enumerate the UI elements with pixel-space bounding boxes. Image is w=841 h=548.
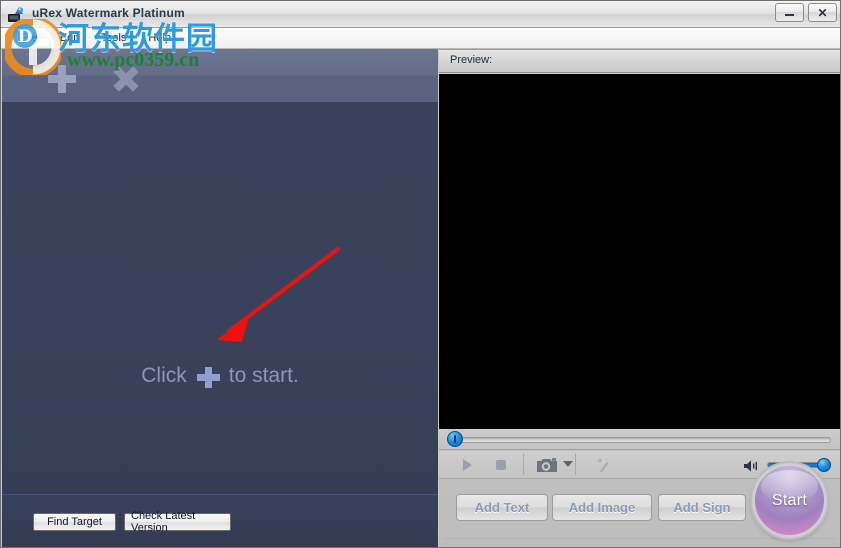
left-toolbar xyxy=(2,49,438,103)
menu-item-edit[interactable]: Edit xyxy=(49,30,90,46)
preview-header: Preview: xyxy=(439,49,840,73)
check-latest-version-button[interactable]: Check Latest Version xyxy=(124,510,231,534)
remove-file-button[interactable] xyxy=(110,63,142,95)
find-target-button[interactable]: Find Target xyxy=(33,513,116,531)
empty-state-hint: Click to start. xyxy=(2,364,438,388)
empty-hint-suffix: to start. xyxy=(228,364,299,387)
empty-hint-prefix: Click xyxy=(141,364,187,387)
chevron-down-icon[interactable] xyxy=(563,461,573,467)
window-title: uRex Watermark Platinum xyxy=(32,6,185,20)
menu-item-file[interactable]: File xyxy=(9,30,49,46)
menu-item-tools[interactable]: Tools xyxy=(90,30,138,46)
app-logo-icon xyxy=(8,7,24,22)
start-button[interactable]: Start xyxy=(752,463,827,538)
seek-slider-track[interactable] xyxy=(453,437,831,443)
stop-button[interactable] xyxy=(491,455,511,475)
play-button[interactable] xyxy=(457,455,477,475)
minimize-button[interactable] xyxy=(775,3,804,22)
add-sign-button[interactable]: Add Sign xyxy=(658,494,746,521)
add-file-button[interactable] xyxy=(46,63,78,95)
speaker-icon[interactable] xyxy=(743,459,761,473)
seek-bar-row xyxy=(439,429,840,450)
menu-bar: File Edit Tools Help xyxy=(1,28,840,49)
title-bar: uRex Watermark Platinum ✕ xyxy=(1,1,840,28)
snapshot-button[interactable] xyxy=(535,455,559,475)
seek-slider-handle[interactable] xyxy=(447,431,463,447)
toolbar-separator xyxy=(523,454,524,475)
left-panel: Click to start. Find Target Check Latest … xyxy=(2,49,438,547)
close-button[interactable]: ✕ xyxy=(808,3,837,22)
divider xyxy=(445,538,835,539)
volume-slider-handle[interactable] xyxy=(817,458,831,472)
add-text-button[interactable]: Add Text xyxy=(456,494,548,521)
minimize-icon xyxy=(785,14,794,16)
add-image-button[interactable]: Add Image xyxy=(552,494,652,521)
preview-label: Preview: xyxy=(450,54,493,66)
menu-item-help[interactable]: Help xyxy=(137,30,182,46)
file-list-area[interactable]: Click to start. xyxy=(2,102,438,495)
close-icon: ✕ xyxy=(817,5,828,20)
magic-wand-button[interactable] xyxy=(594,455,616,475)
plus-icon[interactable] xyxy=(196,366,220,388)
preview-stage[interactable] xyxy=(439,74,840,429)
left-footer: Find Target Check Latest Version xyxy=(2,494,438,547)
toolbar-separator xyxy=(575,454,576,475)
application-window: uRex Watermark Platinum ✕ File Edit Tool… xyxy=(0,0,841,548)
window-controls: ✕ xyxy=(775,3,837,22)
start-button-label: Start xyxy=(771,491,808,509)
